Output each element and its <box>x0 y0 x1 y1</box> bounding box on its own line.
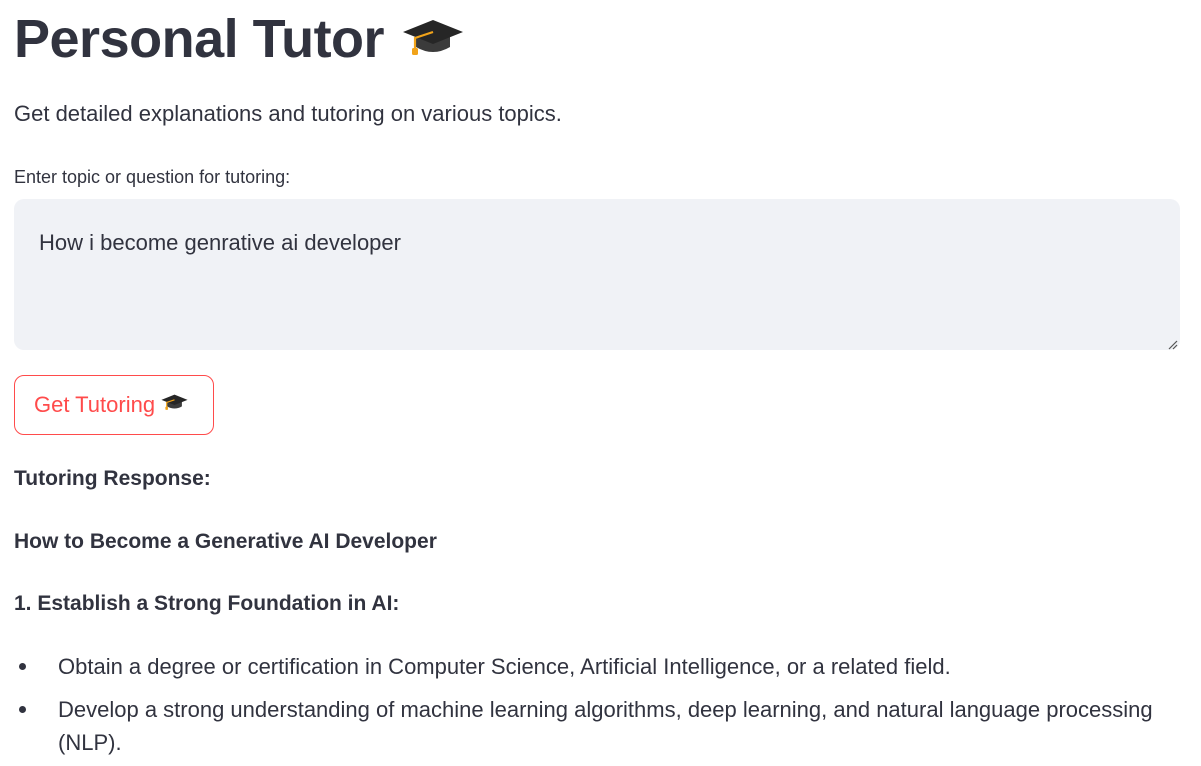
page-title: Personal Tutor <box>14 6 464 72</box>
bullet-icon <box>19 663 26 670</box>
textarea-resize-handle[interactable] <box>1166 337 1178 350</box>
topic-input-label: Enter topic or question for tutoring: <box>14 167 291 187</box>
topic-textarea[interactable]: How i become genrative ai developer <box>14 199 1180 350</box>
bullet-icon <box>19 706 26 713</box>
response-heading: Tutoring Response: <box>14 467 211 490</box>
page-subtitle: Get detailed explanations and tutoring o… <box>14 101 562 126</box>
list-item-text: Develop a strong understanding of machin… <box>58 697 1153 755</box>
page-title-text: Personal Tutor <box>14 9 385 69</box>
response-section-title: 1. Establish a Strong Foundation in AI: <box>14 592 400 615</box>
response-bullet-list: Obtain a degree or certification in Comp… <box>14 650 1189 766</box>
graduation-cap-icon <box>161 375 188 433</box>
graduation-cap-icon <box>402 6 464 72</box>
list-item: Obtain a degree or certification in Comp… <box>14 650 1189 683</box>
get-tutoring-button-label: Get Tutoring <box>34 392 156 417</box>
get-tutoring-button[interactable]: Get Tutoring <box>14 375 214 435</box>
list-item: Develop a strong understanding of machin… <box>14 693 1189 759</box>
response-title: How to Become a Generative AI Developer <box>14 530 437 553</box>
list-item-text: Obtain a degree or certification in Comp… <box>58 654 951 679</box>
